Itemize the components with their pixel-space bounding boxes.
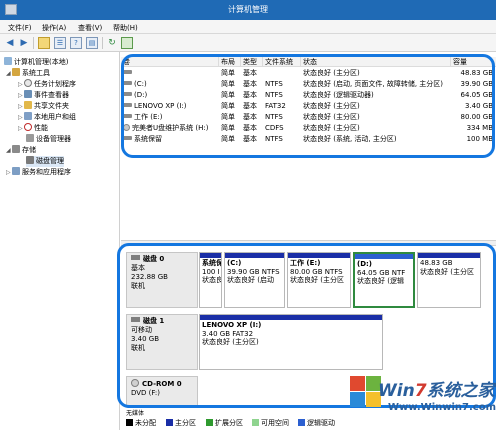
collapse-arrow-icon[interactable]: ▷ — [18, 123, 24, 134]
legend-swatch — [206, 419, 213, 426]
tree-item-shared-folders[interactable]: ▷ 共享文件夹 — [18, 101, 69, 112]
disk-management-icon — [26, 156, 34, 164]
menu-help[interactable]: 帮助(H) — [113, 23, 138, 33]
legend-unallocated: 未分配 — [126, 418, 156, 428]
tree-item-device-manager[interactable]: 设备管理器 — [26, 134, 71, 145]
menu-action[interactable]: 操作(A) — [42, 23, 66, 33]
tree-item-disk-management[interactable]: 磁盘管理 — [26, 156, 64, 167]
tree-item-storage[interactable]: ◢ 存储 — [6, 145, 36, 156]
watermark-url: Www.Winwin7.com — [388, 402, 496, 413]
tree-item-system-tools[interactable]: ◢ 系统工具 — [6, 68, 50, 79]
legend-swatch — [166, 419, 173, 426]
tree-item-services[interactable]: ▷ 服务和应用程序 — [6, 167, 71, 178]
legend-primary: 主分区 — [166, 418, 196, 428]
menu-bar: 文件(F) 操作(A) 查看(V) 帮助(H) — [0, 20, 496, 34]
legend-logical: 逻辑驱动 — [298, 418, 335, 428]
menu-file[interactable]: 文件(F) — [8, 23, 32, 33]
window-title: 计算机管理 — [228, 5, 268, 14]
volume-list-highlight — [121, 54, 495, 158]
back-arrow-icon[interactable]: ◀ — [4, 37, 16, 49]
navigation-tree: 计算机管理(本地) ◢ 系统工具 ▷ 任务计划程序 ▷ 事件查看器 ▷ 共享文件夹 ▷ 本… — [0, 52, 120, 430]
tree-item-local-users[interactable]: ▷ 本地用户和组 — [18, 112, 76, 123]
legend-swatch — [126, 419, 133, 426]
legend-extended: 扩展分区 — [206, 418, 243, 428]
performance-icon — [24, 123, 32, 131]
event-viewer-icon — [24, 90, 32, 98]
users-icon — [24, 112, 32, 120]
folder-up-icon[interactable] — [38, 37, 50, 49]
tools-icon — [12, 68, 20, 76]
tree-item-task-scheduler[interactable]: ▷ 任务计划程序 — [18, 79, 76, 90]
shared-folder-icon — [24, 101, 32, 109]
tree-item-root[interactable]: 计算机管理(本地) — [4, 57, 68, 68]
services-icon — [12, 167, 20, 175]
no-media-text: 无媒体 — [126, 410, 145, 417]
device-manager-icon — [26, 134, 34, 142]
menu-view[interactable]: 查看(V) — [78, 23, 102, 33]
legend-swatch — [298, 419, 305, 426]
tree-item-performance[interactable]: ▷ 性能 — [18, 123, 48, 134]
toolbar: ◀ ▶ ☰ ? ▤ ↻ — [0, 34, 496, 52]
refresh-icon[interactable]: ↻ — [106, 37, 118, 49]
clock-icon — [24, 79, 32, 87]
watermark: Win7系统之家 Www.Winwin7.com — [348, 372, 496, 428]
title-bar: 计算机管理 — [0, 0, 496, 20]
tree-item-event-viewer[interactable]: ▷ 事件查看器 — [18, 90, 69, 101]
list-view-icon[interactable]: ☰ — [54, 37, 66, 49]
legend-free-space: 可用空间 — [252, 418, 289, 428]
forward-arrow-icon[interactable]: ▶ — [18, 37, 30, 49]
watermark-brand: Win7系统之家 — [378, 381, 495, 401]
computer-icon — [4, 57, 12, 65]
collapse-arrow-icon[interactable]: ▷ — [18, 79, 24, 90]
export-icon[interactable] — [121, 37, 133, 49]
help-icon[interactable]: ? — [70, 37, 82, 49]
legend-swatch — [252, 419, 259, 426]
storage-icon — [12, 145, 20, 153]
properties-icon[interactable]: ▤ — [86, 37, 98, 49]
